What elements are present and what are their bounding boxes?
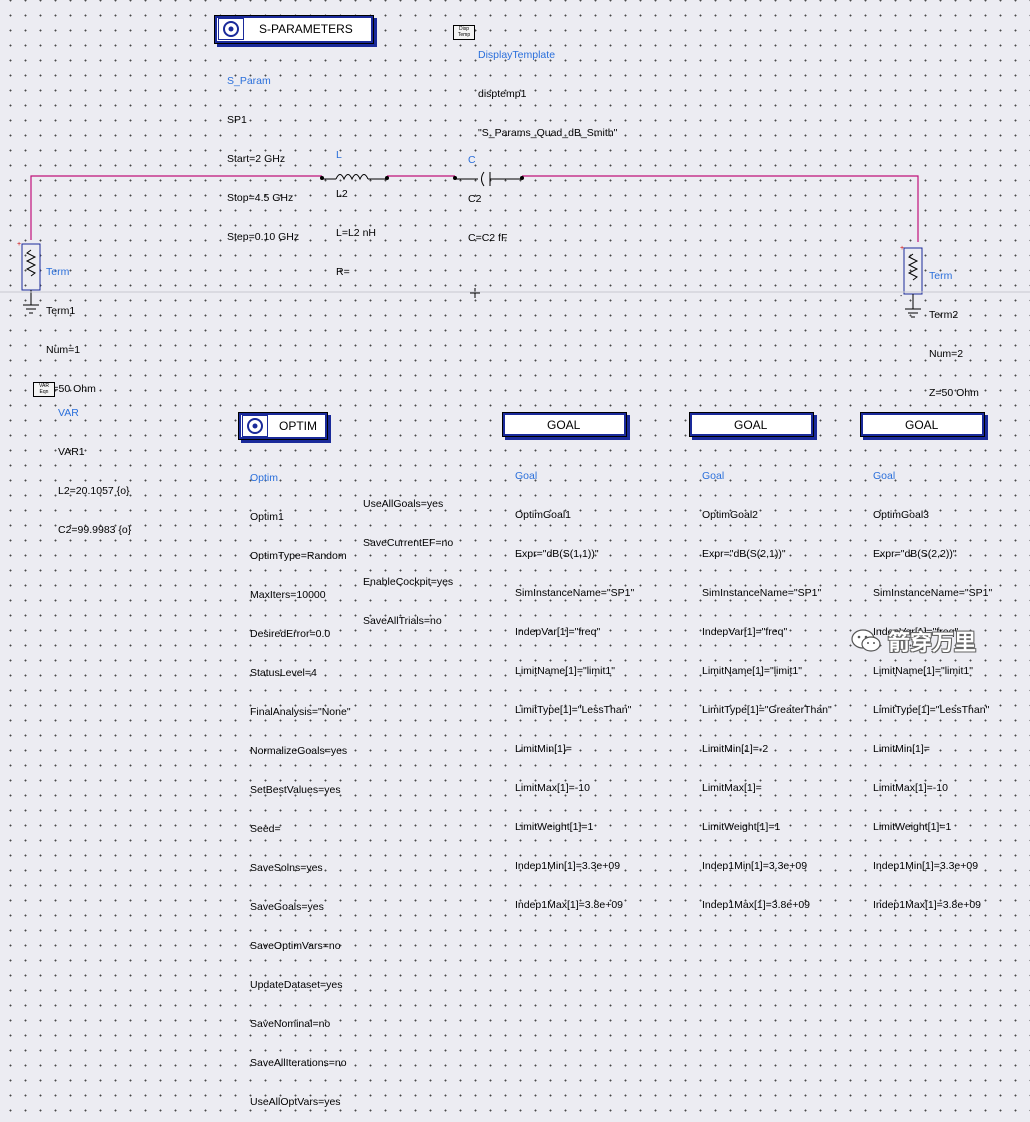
term2-text[interactable]: Term Term2 Num=2 Z=50 Ohm xyxy=(929,244,979,413)
wechat-icon xyxy=(851,629,881,652)
crosshair-cursor-icon xyxy=(470,288,480,298)
sp-params-text[interactable]: S_Param SP1 Start=2 GHz Stop=4.5 GHz Ste… xyxy=(227,49,299,257)
var-text[interactable]: VAR VAR1 L2=20.1057 {o} C2=99.9983 {o} xyxy=(58,381,131,550)
goal3-title: GOAL xyxy=(905,418,939,432)
goal3-params[interactable]: Goal OptimGoal3 Expr="dB(S(2,2))" SimIns… xyxy=(873,444,992,925)
svg-text:+: + xyxy=(900,245,904,252)
optim-controller-icon xyxy=(242,415,268,437)
watermark-text: 箭穿万里 xyxy=(888,631,977,656)
goal3-block[interactable]: GOAL xyxy=(860,412,985,437)
display-template-icon[interactable]: Disp Temp xyxy=(453,25,475,40)
goal1-params[interactable]: Goal OptimGoal1 Expr="dB(S(1,1))" SimIns… xyxy=(515,444,634,925)
svg-text:-: - xyxy=(900,293,903,300)
s-parameters-block[interactable]: S-PARAMETERS xyxy=(214,15,374,44)
optim-params-col1[interactable]: Optim Optim1 OptimType=Random MaxIters=1… xyxy=(250,446,351,1122)
goal1-block[interactable]: GOAL xyxy=(502,412,627,437)
optim-block[interactable]: OPTIM xyxy=(238,412,328,440)
var-eqn-icon[interactable]: VAR Eqn xyxy=(33,382,55,397)
inductor-text[interactable]: L L2 L=L2 nH R= xyxy=(336,123,376,292)
goal2-params[interactable]: Goal OptimGoal2 Expr="dB(S(2,1))" SimIns… xyxy=(702,444,832,925)
goal2-title: GOAL xyxy=(734,418,768,432)
sparam-controller-icon xyxy=(218,18,244,40)
s-parameters-title: S-PARAMETERS xyxy=(259,22,353,36)
term1-symbol[interactable]: + - xyxy=(17,241,41,314)
capacitor-text[interactable]: C C2 C=C2 fF xyxy=(468,128,507,258)
svg-text:+: + xyxy=(17,241,21,248)
goal2-block[interactable]: GOAL xyxy=(689,412,814,437)
goal1-title: GOAL xyxy=(547,418,581,432)
optim-params-col2[interactable]: UseAllGoals=yes SaveCurrentEF=no EnableC… xyxy=(363,472,453,641)
optim-title: OPTIM xyxy=(279,419,317,433)
term2-symbol[interactable]: + - xyxy=(900,245,923,318)
watermark: 箭穿万里 xyxy=(850,626,976,656)
